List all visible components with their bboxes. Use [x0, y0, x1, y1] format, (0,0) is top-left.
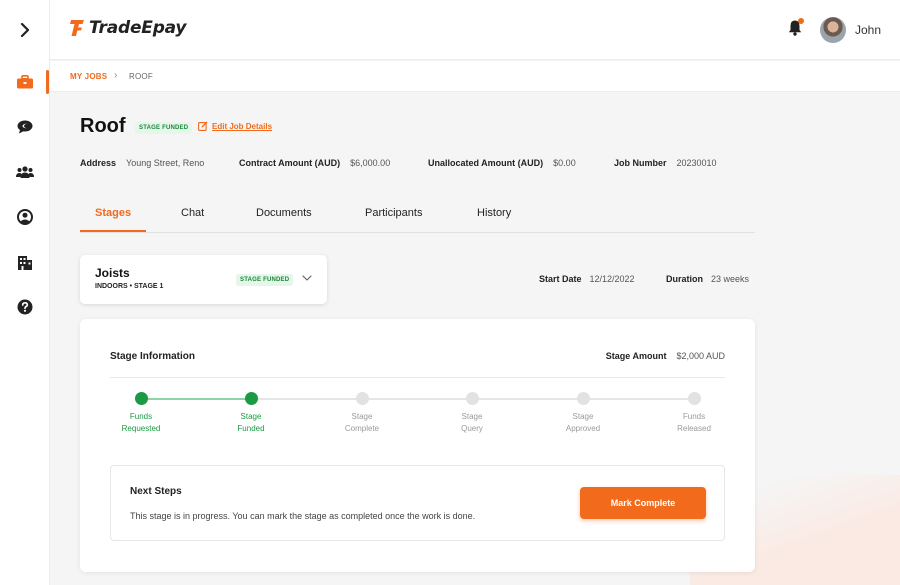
duration-label: Duration [666, 274, 703, 284]
sidebar-item-help[interactable] [0, 292, 50, 322]
divider [110, 377, 725, 378]
tab-participants[interactable]: Participants [365, 207, 422, 219]
page-title: Roof [80, 115, 126, 137]
sidebar-item-profile[interactable] [0, 202, 50, 232]
edit-icon [198, 121, 208, 131]
start-date-label: Start Date [539, 274, 582, 284]
step-label: Stage Query [461, 412, 483, 433]
sidebar-item-messages[interactable] [0, 112, 50, 142]
unallocated-amount-label: Unallocated Amount (AUD) [428, 158, 544, 168]
job-number-value: 20230010 [676, 158, 717, 168]
breadcrumb-current: ROOF [129, 72, 153, 81]
breadcrumb: MY JOBS › ROOF [50, 61, 900, 92]
stage-status-badge: STAGE FUNDED [236, 274, 294, 286]
app-name: TradeEpay [89, 18, 187, 38]
job-number-field: Job Number 20230010 [614, 158, 717, 168]
active-tab-underline [80, 230, 146, 232]
chat-bubble-icon [17, 120, 33, 134]
user-circle-icon [17, 209, 33, 225]
active-indicator [46, 70, 49, 94]
notifications-button[interactable] [788, 18, 804, 41]
chevron-right-icon [20, 23, 30, 37]
sidebar [0, 0, 50, 585]
tab-documents[interactable]: Documents [256, 207, 312, 219]
stage-amount-label: Stage Amount [605, 351, 667, 361]
next-steps-panel: Next Steps This stage is in progress. Yo… [110, 465, 725, 541]
progress-step-funds-released: Funds Released [654, 392, 734, 435]
progress-step-stage-approved: Stage Approved [543, 392, 623, 435]
step-complete-dot [244, 392, 258, 405]
step-pending-dot [687, 392, 701, 405]
progress-step-stage-query: Stage Query [432, 392, 512, 435]
step-complete-dot [134, 392, 148, 405]
expand-sidebar-button[interactable] [0, 15, 50, 45]
address-value: Young Street, Reno [126, 158, 205, 168]
stage-name: Joists [95, 266, 130, 280]
address-field: Address Young Street, Reno [80, 158, 204, 168]
contract-amount-label: Contract Amount (AUD) [239, 158, 341, 168]
step-label: Stage Complete [344, 412, 380, 433]
building-icon [18, 256, 32, 270]
progress-step-stage-complete: Stage Complete [322, 392, 402, 435]
unallocated-amount-field: Unallocated Amount (AUD) $0.00 [428, 158, 576, 168]
step-label: Stage Approved [565, 412, 601, 433]
mark-complete-button[interactable]: Mark Complete [580, 487, 706, 519]
status-badge: STAGE FUNDED [135, 122, 193, 134]
stage-information-title: Stage Information [110, 351, 196, 362]
step-pending-dot [465, 392, 479, 405]
sidebar-item-jobs[interactable] [0, 67, 50, 97]
avatar[interactable] [820, 17, 846, 43]
address-label: Address [80, 158, 117, 168]
breadcrumb-separator-icon: › [114, 70, 118, 81]
next-steps-text: This stage is in progress. You can mark … [130, 511, 476, 521]
step-label: Stage Funded [237, 412, 265, 433]
users-icon [16, 166, 34, 178]
user-name[interactable]: John [855, 23, 881, 37]
progress-step-stage-funded: Stage Funded [211, 392, 291, 435]
step-pending-dot [355, 392, 369, 405]
breadcrumb-my-jobs[interactable]: MY JOBS [70, 72, 107, 81]
progress-step-funds-requested: Funds Requested [101, 392, 181, 435]
stage-subtitle: INDOORS • STAGE 1 [95, 283, 164, 290]
stage-amount-field: Stage Amount $2,000 AUD [606, 351, 725, 361]
chevron-down-icon[interactable] [302, 275, 312, 282]
unallocated-amount-value: $0.00 [553, 158, 576, 168]
edit-job-details-link[interactable]: Edit Job Details [198, 121, 272, 131]
app-logo[interactable]: TradeEpay [70, 18, 186, 38]
sidebar-item-contacts[interactable] [0, 157, 50, 187]
next-steps-title: Next Steps [130, 486, 182, 497]
stage-amount-value: $2,000 AUD [676, 351, 725, 361]
job-number-label: Job Number [614, 158, 667, 168]
contract-amount-field: Contract Amount (AUD) $6,000.00 [239, 158, 390, 168]
start-date-value: 12/12/2022 [589, 274, 635, 284]
edit-job-details-label: Edit Job Details [212, 121, 273, 131]
step-label: Funds Released [677, 412, 711, 433]
contract-amount-value: $6,000.00 [350, 158, 391, 168]
step-pending-dot [576, 392, 590, 405]
tab-history[interactable]: History [477, 207, 511, 219]
sidebar-item-company[interactable] [0, 247, 50, 277]
tab-bar: Stages Chat Documents Participants Histo… [80, 196, 755, 233]
stage-information-card: Stage Information Stage Amount $2,000 AUD… [80, 319, 755, 572]
step-label: Funds Requested [121, 412, 161, 433]
help-icon [17, 299, 33, 315]
top-bar: TradeEpay John [50, 0, 900, 60]
tab-stages[interactable]: Stages [95, 207, 131, 219]
tab-chat[interactable]: Chat [181, 207, 204, 219]
stage-selector[interactable]: Joists INDOORS • STAGE 1 STAGE FUNDED [80, 255, 327, 304]
tradeepay-logo-icon [70, 20, 84, 36]
briefcase-icon [17, 75, 33, 89]
duration-field: Duration 23 weeks [666, 274, 749, 284]
notification-dot [798, 18, 804, 24]
duration-value: 23 weeks [711, 274, 750, 284]
start-date-field: Start Date 12/12/2022 [539, 274, 635, 284]
